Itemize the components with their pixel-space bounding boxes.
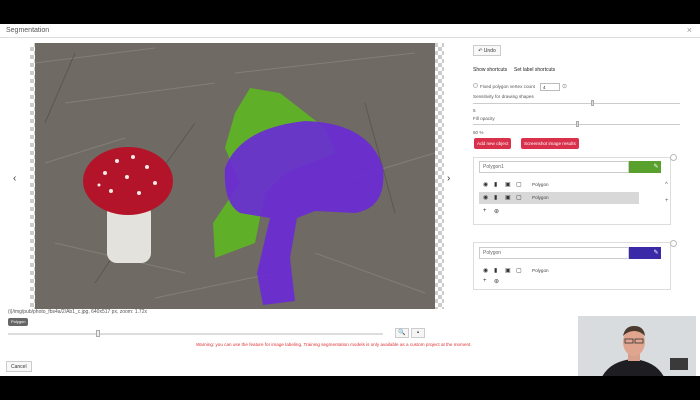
polygon-row: ◉ ▮ ▣ ▢ Polygon — [479, 179, 649, 191]
fill-opacity-value: 50 % — [473, 130, 484, 135]
object-color-swatch[interactable] — [629, 161, 651, 173]
copy-icon[interactable]: ▣ — [505, 181, 511, 188]
polygon-row-label: Polygon — [532, 195, 549, 200]
webcam-overlay — [578, 316, 696, 376]
box-icon[interactable]: ▢ — [516, 181, 522, 188]
edit-color-icon[interactable]: ✎ — [651, 247, 661, 259]
dialog-title: Segmentation — [6, 27, 50, 34]
visibility-icon[interactable]: ◉ — [483, 181, 488, 188]
box-icon[interactable]: ▢ — [516, 267, 522, 274]
copy-icon[interactable]: ▣ — [505, 267, 511, 274]
sensitivity-value: 5 — [473, 108, 476, 113]
visibility-icon[interactable]: ◉ — [483, 267, 488, 274]
label-tag: Polygon — [8, 318, 29, 326]
image-info: (i)/img/pub/photo_fbs4a/2/Ab1_c.jpg, 640… — [8, 309, 147, 315]
fixed-vertex-input[interactable]: 4 — [540, 83, 560, 91]
zoom-button[interactable]: 🔍 — [395, 328, 409, 338]
add-icon[interactable]: + — [483, 278, 487, 284]
copy-icon[interactable]: ▣ — [505, 194, 511, 201]
object-card: Polygon1 ✎ ◉ ▮ ▣ ▢ Polygon ◉ ▮ ▣ ▢ Polyg… — [473, 157, 671, 225]
box-icon[interactable]: ▢ — [516, 194, 522, 201]
previous-image-arrow[interactable]: ‹ — [13, 173, 16, 184]
image-canvas[interactable] — [35, 43, 435, 309]
presenter-video — [578, 316, 696, 376]
trash-icon[interactable]: ▮ — [494, 181, 497, 188]
object-close-icon[interactable] — [670, 154, 677, 161]
fixed-vertex-label: Fixed polygon vertex count — [480, 84, 535, 89]
sensitivity-slider-thumb[interactable] — [591, 100, 594, 106]
visibility-icon[interactable]: ◉ — [483, 194, 488, 201]
settings-icon[interactable]: ⊛ — [494, 208, 499, 215]
image-slider[interactable] — [8, 330, 383, 337]
fill-opacity-label: Fill opacity — [473, 116, 495, 121]
trash-icon[interactable]: ▮ — [494, 194, 497, 201]
polygon-row-selected[interactable]: ◉ ▮ ▣ ▢ Polygon — [479, 192, 639, 204]
small-mushroom-cap — [83, 147, 173, 215]
object-card: Polygon ✎ ◉ ▮ ▣ ▢ Polygon + ⊛ — [473, 242, 671, 290]
show-shortcuts-link[interactable]: Show shortcuts — [473, 67, 507, 73]
polygon-row: ◉ ▮ ▣ ▢ Polygon — [479, 265, 649, 277]
image-slider-thumb[interactable] — [96, 330, 100, 337]
object-close-icon[interactable] — [670, 240, 677, 247]
dialog-title-bar: Segmentation × — [0, 24, 700, 38]
trash-icon[interactable]: ▮ — [494, 267, 497, 274]
object-label-input[interactable]: Polygon — [479, 247, 629, 259]
close-icon[interactable]: × — [687, 25, 692, 35]
help-icon[interactable]: ⊙ — [562, 83, 567, 90]
next-image-arrow[interactable]: › — [447, 173, 450, 184]
warning-message: Warning: you can use the feature for ima… — [196, 342, 472, 347]
segmentation-dialog: Segmentation × ‹ › (i)/img/pub/photo_fbs — [0, 24, 700, 376]
add-icon[interactable]: + — [483, 208, 487, 214]
fixed-vertex-checkbox[interactable] — [473, 83, 478, 88]
screenshot-results-button[interactable]: Screenshot image results — [521, 138, 579, 149]
set-label-shortcuts-link[interactable]: Set label shortcuts — [514, 67, 555, 73]
sensitivity-slider[interactable] — [473, 100, 680, 106]
sensitivity-label: Sensitivity for drawing shapes — [473, 94, 534, 99]
object-label-input[interactable]: Polygon1 — [479, 161, 629, 173]
add-new-object-button[interactable]: Add new object — [474, 138, 512, 149]
undo-button[interactable]: ↶ Undo — [473, 45, 501, 56]
edit-color-icon[interactable]: ✎ — [651, 161, 661, 173]
object-color-swatch[interactable] — [629, 247, 651, 259]
polygon-row-label: Polygon — [532, 268, 549, 273]
polygon-row-label: Polygon — [532, 182, 549, 187]
collapse-icon[interactable]: ^ — [665, 182, 668, 188]
fill-opacity-slider-thumb[interactable] — [576, 121, 579, 127]
expand-icon[interactable]: + — [665, 198, 669, 204]
cancel-button[interactable]: Cancel — [6, 361, 32, 372]
settings-icon[interactable]: ⊛ — [494, 278, 499, 285]
fill-opacity-slider[interactable] — [473, 121, 680, 127]
fit-button[interactable]: ▪ — [411, 328, 425, 338]
